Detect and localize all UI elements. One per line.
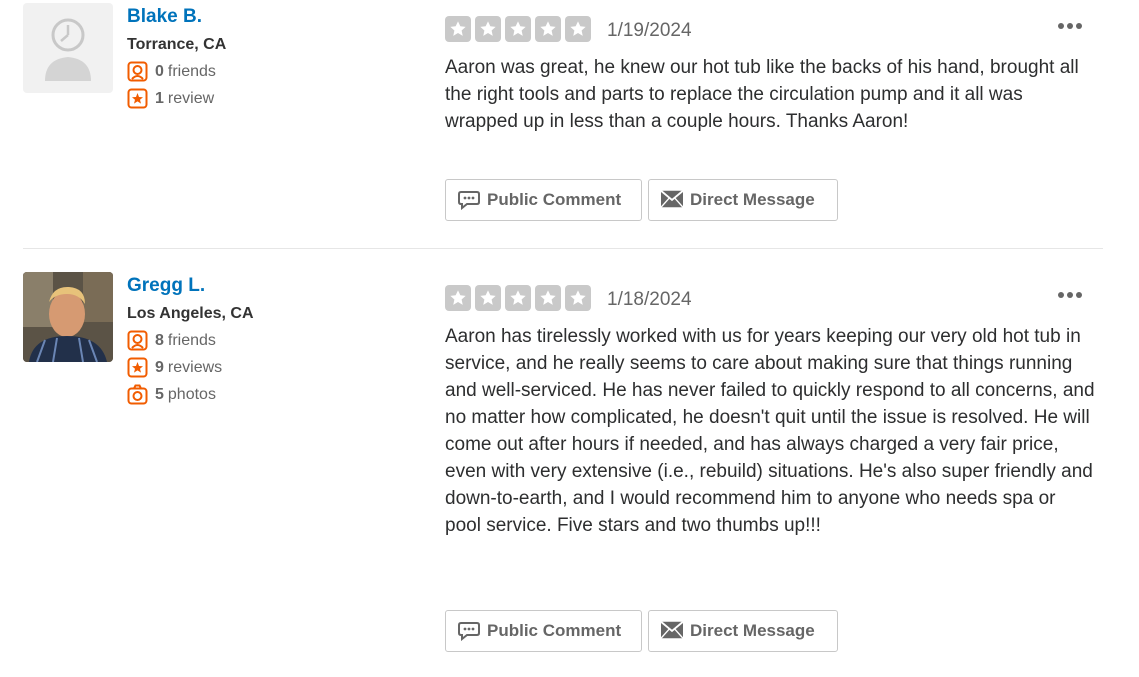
star-icon	[445, 285, 471, 311]
default-avatar-icon	[45, 18, 91, 81]
speech-bubble-icon	[458, 621, 480, 641]
photos-stat: 5 photos	[127, 384, 216, 405]
reviews-label: review	[167, 89, 215, 107]
direct-message-label: Direct Message	[690, 621, 815, 640]
user-avatar[interactable]	[23, 3, 113, 93]
star-icon	[565, 16, 591, 42]
friends-label: friends	[167, 331, 216, 349]
reviews-stat: 9 reviews	[127, 357, 222, 378]
review-item: Blake B. Torrance, CA 0 friends 1 review…	[0, 0, 1139, 248]
friends-icon	[127, 61, 148, 82]
more-options-icon[interactable]	[1058, 16, 1086, 34]
star-icon	[475, 285, 501, 311]
public-comment-label: Public Comment	[487, 621, 622, 640]
photos-count: 5	[155, 385, 164, 403]
user-name-link[interactable]: Gregg L.	[127, 275, 205, 297]
review-star-icon	[127, 357, 148, 378]
envelope-icon	[661, 190, 683, 210]
star-icon	[535, 285, 561, 311]
star-icon	[535, 16, 561, 42]
review-date: 1/18/2024	[607, 289, 692, 310]
user-avatar[interactable]	[23, 272, 113, 362]
public-comment-button[interactable]: Public Comment	[445, 610, 642, 652]
reviews-stat: 1 review	[127, 88, 214, 109]
star-rating	[445, 16, 591, 42]
public-comment-button[interactable]: Public Comment	[445, 179, 642, 221]
star-rating	[445, 285, 591, 311]
review-text: Aaron was great, he knew our hot tub lik…	[445, 57, 1079, 132]
user-location: Los Angeles, CA	[127, 305, 254, 322]
photos-label: photos	[167, 385, 216, 403]
direct-message-label: Direct Message	[690, 190, 815, 209]
envelope-icon	[661, 621, 683, 641]
friends-label: friends	[167, 62, 216, 80]
speech-bubble-icon	[458, 190, 480, 210]
reviews-count: 1	[155, 89, 164, 107]
user-location: Torrance, CA	[127, 36, 227, 53]
review-text: Aaron has tirelessly worked with us for …	[445, 326, 1095, 536]
friends-stat: 8 friends	[127, 330, 216, 351]
review-date: 1/19/2024	[607, 20, 692, 41]
more-options-icon[interactable]	[1058, 285, 1086, 303]
friends-stat: 0 friends	[127, 61, 216, 82]
star-icon	[445, 16, 471, 42]
direct-message-button[interactable]: Direct Message	[648, 179, 838, 221]
star-icon	[475, 16, 501, 42]
star-icon	[505, 16, 531, 42]
star-icon	[565, 285, 591, 311]
friends-count: 8	[155, 331, 164, 349]
user-photo	[23, 272, 113, 362]
public-comment-label: Public Comment	[487, 190, 622, 209]
friends-count: 0	[155, 62, 164, 80]
star-icon	[505, 285, 531, 311]
reviews-label: reviews	[167, 358, 223, 376]
review-star-icon	[127, 88, 148, 109]
review-item: Gregg L. Los Angeles, CA 8 friends 9 rev…	[0, 269, 1139, 677]
user-name-link[interactable]: Blake B.	[127, 6, 202, 28]
camera-icon	[127, 384, 148, 405]
direct-message-button[interactable]: Direct Message	[648, 610, 838, 652]
reviews-count: 9	[155, 358, 164, 376]
friends-icon	[127, 330, 148, 351]
review-divider	[23, 248, 1103, 249]
